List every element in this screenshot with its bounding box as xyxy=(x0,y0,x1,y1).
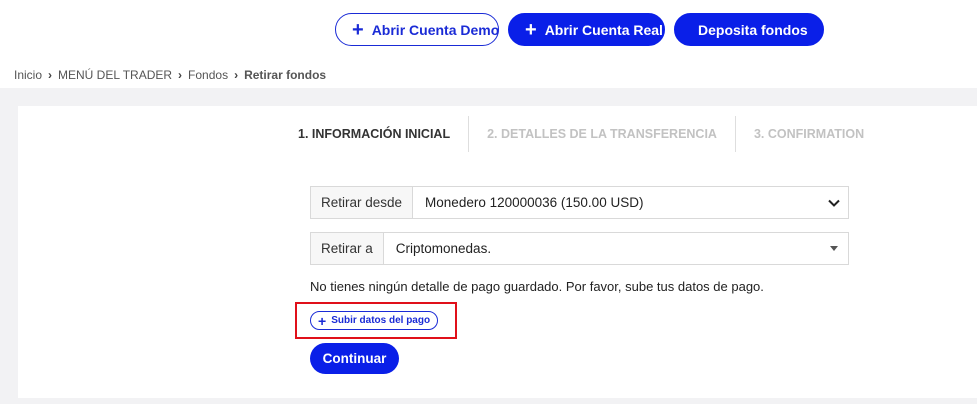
breadcrumb: Inicio › MENÚ DEL TRADER › Fondos › Reti… xyxy=(14,68,326,82)
chevron-down-icon xyxy=(820,199,848,207)
withdraw-to-select[interactable]: Retirar a Criptomonedas. xyxy=(310,232,849,265)
withdraw-from-select[interactable]: Retirar desde Monedero 120000036 (150.00… xyxy=(310,186,849,219)
top-actions: + Abrir Cuenta Demo + Abrir Cuenta Real … xyxy=(335,13,824,46)
breadcrumb-home[interactable]: Inicio xyxy=(14,68,42,82)
breadcrumb-current: Retirar fondos xyxy=(244,68,327,82)
withdraw-to-label: Retirar a xyxy=(311,233,384,264)
upload-payment-details-button[interactable]: + Subir datos del pago xyxy=(310,311,439,330)
continue-button[interactable]: Continuar xyxy=(310,343,399,374)
open-demo-account-label: Abrir Cuenta Demo xyxy=(371,21,500,38)
caret-down-icon xyxy=(820,246,848,251)
deposit-funds-button[interactable]: Deposita fondos xyxy=(674,13,824,46)
withdraw-from-label: Retirar desde xyxy=(311,187,414,218)
plus-icon: + xyxy=(318,312,327,329)
open-real-account-button[interactable]: + Abrir Cuenta Real xyxy=(508,13,665,46)
breadcrumb-funds[interactable]: Fondos xyxy=(188,68,228,82)
no-payment-details-notice: No tienes ningún detalle de pago guardad… xyxy=(310,279,764,294)
withdraw-to-value: Criptomonedas. xyxy=(395,241,492,256)
open-demo-account-button[interactable]: + Abrir Cuenta Demo xyxy=(335,13,499,46)
breadcrumb-trader-menu[interactable]: MENÚ DEL TRADER xyxy=(58,68,172,82)
wizard-steps: 1. INFORMACIÓN INICIAL 2. DETALLES DE LA… xyxy=(280,116,882,152)
plus-icon: + xyxy=(525,18,537,41)
chevron-right-icon: › xyxy=(178,68,183,82)
step-confirmation: 3. CONFIRMATION xyxy=(734,116,882,152)
withdraw-from-value: Monedero 120000036 (150.00 USD) xyxy=(425,195,644,210)
step-initial-info: 1. INFORMACIÓN INICIAL xyxy=(298,127,451,141)
chevron-right-icon: › xyxy=(234,68,239,82)
deposit-funds-label: Deposita fondos xyxy=(698,21,808,38)
plus-icon: + xyxy=(352,18,364,41)
chevron-right-icon: › xyxy=(48,68,53,82)
upload-payment-details-label: Subir datos del pago xyxy=(331,315,431,326)
step-transfer-details: 2. DETALLES DE LA TRANSFERENCIA xyxy=(468,116,735,152)
open-real-account-label: Abrir Cuenta Real xyxy=(544,21,663,38)
